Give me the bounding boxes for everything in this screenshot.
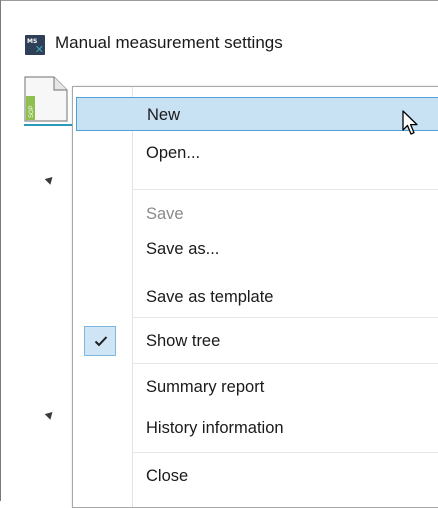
menu-item-label: Save as template — [146, 288, 274, 306]
menu-separator — [133, 189, 438, 190]
menu-item-history-information[interactable]: History information — [76, 411, 438, 445]
menu-separator — [133, 452, 438, 453]
sop-icon-label: SOP — [29, 105, 35, 118]
menu-item-label: History information — [146, 419, 284, 437]
menu-item-open[interactable]: Open... — [76, 136, 438, 170]
menu-item-save: Save — [76, 197, 438, 231]
menu-separator — [133, 317, 438, 318]
sop-document-icon[interactable]: SOP — [24, 76, 68, 122]
context-menu: New Open... Save Save as... Save as temp… — [72, 86, 438, 508]
menu-item-label: Close — [146, 467, 189, 485]
app-icon[interactable]: MS ✕ — [25, 35, 45, 55]
menu-item-label: Save as... — [146, 240, 220, 258]
menu-item-label: Open... — [146, 144, 201, 162]
menu-item-close[interactable]: Close — [76, 459, 438, 493]
menu-item-save-as[interactable]: Save as... — [76, 232, 438, 266]
menu-item-summary-report[interactable]: Summary report — [76, 370, 438, 404]
menu-item-label: New — [147, 106, 181, 124]
tree-expand-arrow-icon[interactable] — [44, 174, 56, 185]
title-bar: MS ✕ Manual measurement settings — [1, 1, 438, 61]
menu-item-new[interactable]: New — [76, 97, 438, 131]
tree-expand-arrow-icon[interactable] — [44, 409, 56, 420]
menu-item-label: Save — [146, 205, 184, 223]
checkmark-icon — [94, 336, 108, 347]
menu-item-show-tree[interactable]: Show tree — [76, 324, 438, 358]
menu-item-label: Summary report — [146, 378, 265, 396]
menu-item-label: Show tree — [146, 332, 221, 350]
checkmark-indicator — [84, 326, 116, 356]
menu-item-save-as-template[interactable]: Save as template — [76, 280, 438, 314]
menu-separator — [133, 363, 438, 364]
window-border-left — [0, 0, 1, 501]
toolbar-separator — [24, 124, 76, 126]
mouse-pointer-icon — [402, 110, 418, 135]
window-title: Manual measurement settings — [55, 33, 283, 52]
